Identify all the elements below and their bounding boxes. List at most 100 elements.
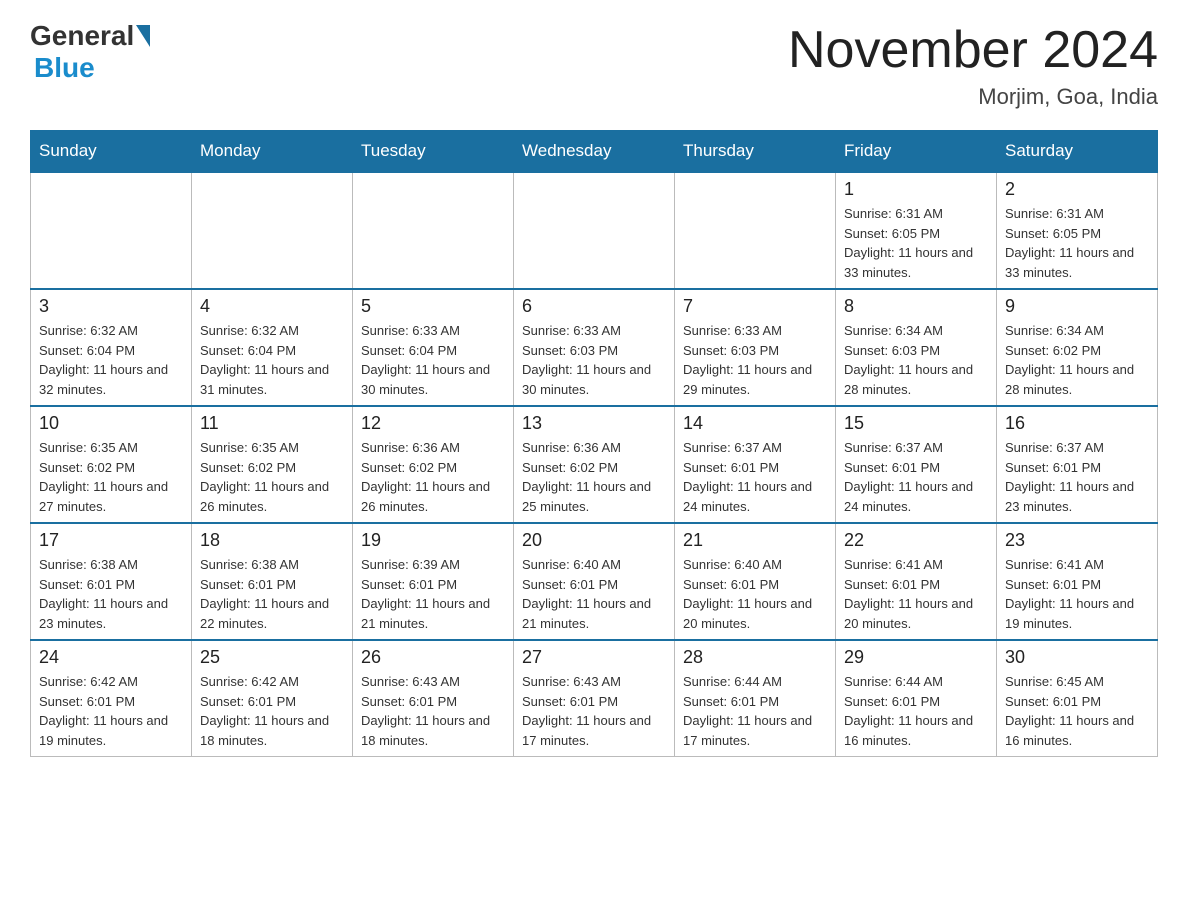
day-info: Sunrise: 6:34 AMSunset: 6:03 PMDaylight:… bbox=[844, 321, 988, 399]
calendar-cell: 2Sunrise: 6:31 AMSunset: 6:05 PMDaylight… bbox=[997, 172, 1158, 289]
day-info: Sunrise: 6:33 AMSunset: 6:03 PMDaylight:… bbox=[522, 321, 666, 399]
calendar-cell: 12 Sunrise: 6:36 AMSunset: 6:02 PMDayligh… bbox=[353, 406, 514, 523]
calendar-cell: 29 Sunrise: 6:44 AMSunset: 6:01 PMDayligh… bbox=[836, 640, 997, 757]
location-text: Morjim, Goa, India bbox=[788, 84, 1158, 110]
day-number: 15 bbox=[844, 413, 988, 434]
day-info: Sunrise: 6:37 AMSunset: 6:01 PMDaylight:… bbox=[683, 438, 827, 516]
day-number: 11 bbox=[200, 413, 344, 434]
weekday-header-wednesday: Wednesday bbox=[514, 131, 675, 173]
logo-general-text: General bbox=[30, 20, 134, 52]
calendar-cell: 7 Sunrise: 6:33 AMSunset: 6:03 PMDaylight… bbox=[675, 289, 836, 406]
day-info: Sunrise: 6:45 AMSunset: 6:01 PMDaylight:… bbox=[1005, 672, 1149, 750]
calendar-cell: 22Sunrise: 6:41 AMSunset: 6:01 PMDayligh… bbox=[836, 523, 997, 640]
day-info: Sunrise: 6:42 AMSunset: 6:01 PMDaylight:… bbox=[200, 672, 344, 750]
day-info: Sunrise: 6:37 AMSunset: 6:01 PMDaylight:… bbox=[1005, 438, 1149, 516]
calendar-cell bbox=[353, 172, 514, 289]
day-number: 22 bbox=[844, 530, 988, 551]
day-number: 10 bbox=[39, 413, 183, 434]
calendar-cell: 13Sunrise: 6:36 AMSunset: 6:02 PMDayligh… bbox=[514, 406, 675, 523]
day-info: Sunrise: 6:40 AMSunset: 6:01 PMDaylight:… bbox=[522, 555, 666, 633]
day-number: 7 bbox=[683, 296, 827, 317]
day-number: 3 bbox=[39, 296, 183, 317]
day-number: 5 bbox=[361, 296, 505, 317]
day-number: 25 bbox=[200, 647, 344, 668]
calendar-cell: 9 Sunrise: 6:34 AMSunset: 6:02 PMDaylight… bbox=[997, 289, 1158, 406]
day-info: Sunrise: 6:44 AMSunset: 6:01 PMDaylight:… bbox=[683, 672, 827, 750]
day-info: Sunrise: 6:31 AMSunset: 6:05 PMDaylight:… bbox=[1005, 204, 1149, 282]
month-title: November 2024 bbox=[788, 20, 1158, 80]
week-row-4: 17 Sunrise: 6:38 AMSunset: 6:01 PMDayligh… bbox=[31, 523, 1158, 640]
calendar-cell: 5 Sunrise: 6:33 AMSunset: 6:04 PMDaylight… bbox=[353, 289, 514, 406]
weekday-header-sunday: Sunday bbox=[31, 131, 192, 173]
title-section: November 2024 Morjim, Goa, India bbox=[788, 20, 1158, 110]
day-info: Sunrise: 6:42 AMSunset: 6:01 PMDaylight:… bbox=[39, 672, 183, 750]
calendar-cell bbox=[192, 172, 353, 289]
calendar-cell: 30 Sunrise: 6:45 AMSunset: 6:01 PMDayligh… bbox=[997, 640, 1158, 757]
day-number: 1 bbox=[844, 179, 988, 200]
day-info: Sunrise: 6:44 AMSunset: 6:01 PMDaylight:… bbox=[844, 672, 988, 750]
calendar-cell: 14 Sunrise: 6:37 AMSunset: 6:01 PMDayligh… bbox=[675, 406, 836, 523]
day-number: 29 bbox=[844, 647, 988, 668]
day-info: Sunrise: 6:33 AMSunset: 6:04 PMDaylight:… bbox=[361, 321, 505, 399]
calendar-cell: 10 Sunrise: 6:35 AMSunset: 6:02 PMDayligh… bbox=[31, 406, 192, 523]
calendar-cell bbox=[514, 172, 675, 289]
day-info: Sunrise: 6:35 AMSunset: 6:02 PMDaylight:… bbox=[39, 438, 183, 516]
day-info: Sunrise: 6:31 AMSunset: 6:05 PMDaylight:… bbox=[844, 204, 988, 282]
day-number: 12 bbox=[361, 413, 505, 434]
day-number: 30 bbox=[1005, 647, 1149, 668]
day-info: Sunrise: 6:38 AMSunset: 6:01 PMDaylight:… bbox=[39, 555, 183, 633]
day-info: Sunrise: 6:36 AMSunset: 6:02 PMDaylight:… bbox=[361, 438, 505, 516]
day-info: Sunrise: 6:34 AMSunset: 6:02 PMDaylight:… bbox=[1005, 321, 1149, 399]
day-number: 9 bbox=[1005, 296, 1149, 317]
calendar-cell bbox=[31, 172, 192, 289]
day-info: Sunrise: 6:38 AMSunset: 6:01 PMDaylight:… bbox=[200, 555, 344, 633]
day-number: 24 bbox=[39, 647, 183, 668]
day-info: Sunrise: 6:40 AMSunset: 6:01 PMDaylight:… bbox=[683, 555, 827, 633]
calendar-cell: 20 Sunrise: 6:40 AMSunset: 6:01 PMDayligh… bbox=[514, 523, 675, 640]
logo-blue-text: Blue bbox=[34, 52, 95, 84]
calendar-table: SundayMondayTuesdayWednesdayThursdayFrid… bbox=[30, 130, 1158, 757]
week-row-5: 24 Sunrise: 6:42 AMSunset: 6:01 PMDayligh… bbox=[31, 640, 1158, 757]
day-number: 8 bbox=[844, 296, 988, 317]
weekday-header-saturday: Saturday bbox=[997, 131, 1158, 173]
weekday-header-row: SundayMondayTuesdayWednesdayThursdayFrid… bbox=[31, 131, 1158, 173]
calendar-cell: 15 Sunrise: 6:37 AMSunset: 6:01 PMDayligh… bbox=[836, 406, 997, 523]
day-info: Sunrise: 6:32 AMSunset: 6:04 PMDaylight:… bbox=[200, 321, 344, 399]
day-info: Sunrise: 6:43 AMSunset: 6:01 PMDaylight:… bbox=[361, 672, 505, 750]
calendar-cell: 28 Sunrise: 6:44 AMSunset: 6:01 PMDayligh… bbox=[675, 640, 836, 757]
day-number: 19 bbox=[361, 530, 505, 551]
calendar-cell: 16Sunrise: 6:37 AMSunset: 6:01 PMDayligh… bbox=[997, 406, 1158, 523]
calendar-cell: 3Sunrise: 6:32 AMSunset: 6:04 PMDaylight… bbox=[31, 289, 192, 406]
calendar-cell bbox=[675, 172, 836, 289]
day-number: 28 bbox=[683, 647, 827, 668]
calendar-cell: 8 Sunrise: 6:34 AMSunset: 6:03 PMDaylight… bbox=[836, 289, 997, 406]
day-number: 21 bbox=[683, 530, 827, 551]
day-number: 4 bbox=[200, 296, 344, 317]
week-row-2: 3 Sunrise: 6:32 AMSunset: 6:04 PMDaylight… bbox=[31, 289, 1158, 406]
calendar-cell: 21 Sunrise: 6:40 AMSunset: 6:01 PMDayligh… bbox=[675, 523, 836, 640]
day-info: Sunrise: 6:36 AMSunset: 6:02 PMDaylight:… bbox=[522, 438, 666, 516]
week-row-3: 10 Sunrise: 6:35 AMSunset: 6:02 PMDayligh… bbox=[31, 406, 1158, 523]
day-info: Sunrise: 6:37 AMSunset: 6:01 PMDaylight:… bbox=[844, 438, 988, 516]
weekday-header-friday: Friday bbox=[836, 131, 997, 173]
day-info: Sunrise: 6:39 AMSunset: 6:01 PMDaylight:… bbox=[361, 555, 505, 633]
day-number: 23 bbox=[1005, 530, 1149, 551]
day-number: 6 bbox=[522, 296, 666, 317]
day-info: Sunrise: 6:43 AMSunset: 6:01 PMDaylight:… bbox=[522, 672, 666, 750]
calendar-cell: 19 Sunrise: 6:39 AMSunset: 6:01 PMDayligh… bbox=[353, 523, 514, 640]
day-number: 26 bbox=[361, 647, 505, 668]
day-number: 20 bbox=[522, 530, 666, 551]
day-info: Sunrise: 6:33 AMSunset: 6:03 PMDaylight:… bbox=[683, 321, 827, 399]
calendar-cell: 6 Sunrise: 6:33 AMSunset: 6:03 PMDaylight… bbox=[514, 289, 675, 406]
calendar-cell: 18Sunrise: 6:38 AMSunset: 6:01 PMDayligh… bbox=[192, 523, 353, 640]
logo-triangle-icon bbox=[136, 25, 150, 47]
weekday-header-monday: Monday bbox=[192, 131, 353, 173]
day-number: 14 bbox=[683, 413, 827, 434]
day-number: 17 bbox=[39, 530, 183, 551]
calendar-cell: 1 Sunrise: 6:31 AMSunset: 6:05 PMDaylight… bbox=[836, 172, 997, 289]
week-row-1: 1 Sunrise: 6:31 AMSunset: 6:05 PMDaylight… bbox=[31, 172, 1158, 289]
page-header: General Blue November 2024 Morjim, Goa, … bbox=[30, 20, 1158, 110]
calendar-cell: 25 Sunrise: 6:42 AMSunset: 6:01 PMDayligh… bbox=[192, 640, 353, 757]
calendar-cell: 24 Sunrise: 6:42 AMSunset: 6:01 PMDayligh… bbox=[31, 640, 192, 757]
day-info: Sunrise: 6:41 AMSunset: 6:01 PMDaylight:… bbox=[1005, 555, 1149, 633]
